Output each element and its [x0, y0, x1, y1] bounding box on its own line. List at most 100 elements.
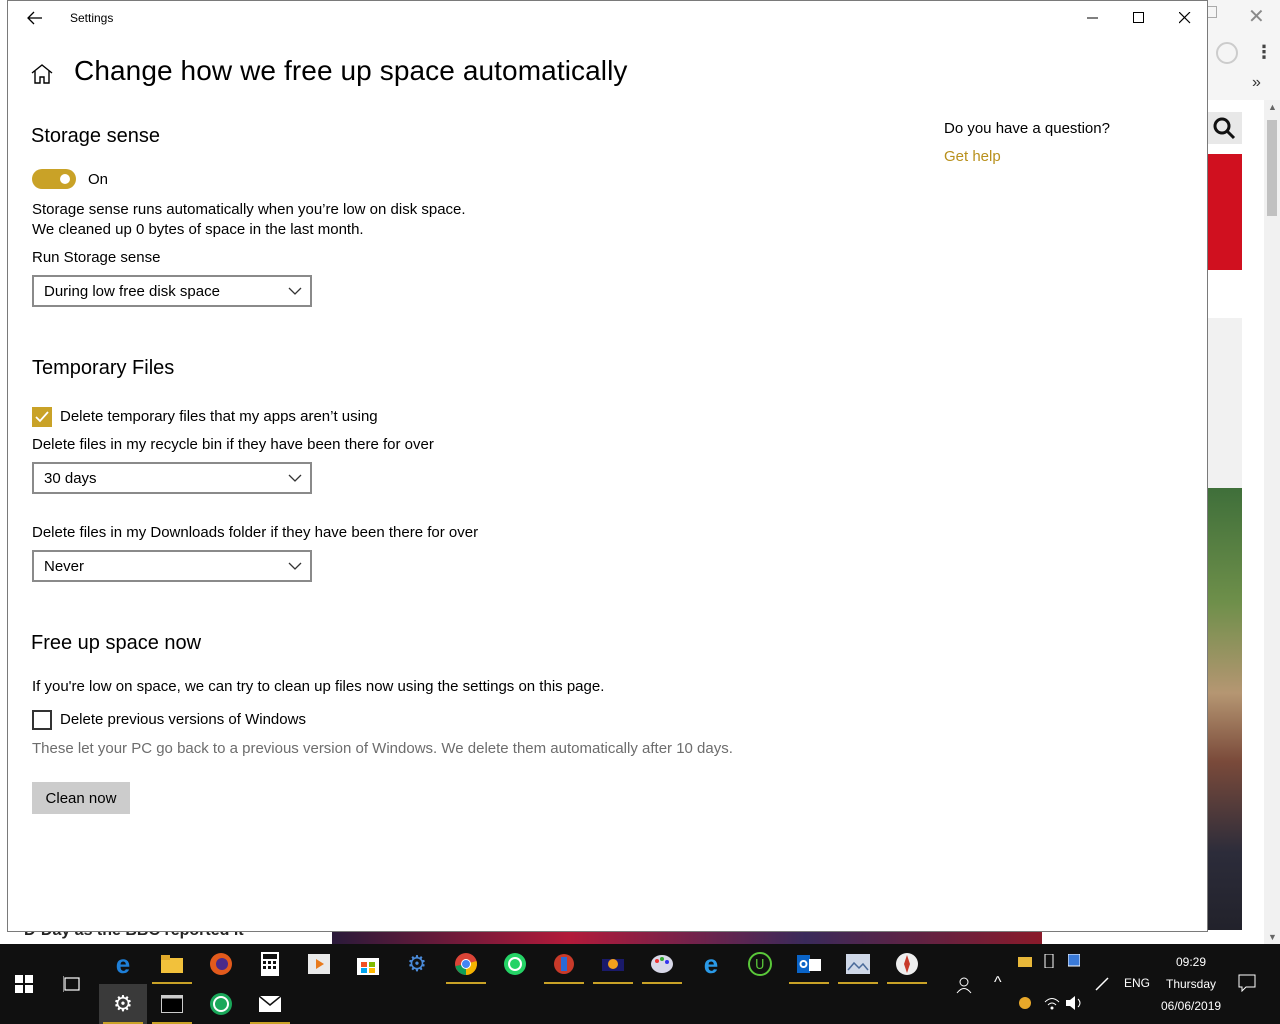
site-content-band — [1208, 318, 1242, 488]
bookmarks-overflow-icon[interactable]: » — [1252, 74, 1261, 92]
free-up-space-heading: Free up space now — [31, 632, 202, 654]
whatsapp-icon — [504, 953, 526, 975]
settings-tool-app[interactable]: ⚙ — [393, 944, 441, 984]
scrollbar-thumb[interactable] — [1267, 120, 1277, 216]
run-storage-sense-dropdown[interactable]: During low free disk space — [32, 275, 312, 307]
profile-icon[interactable] — [1216, 42, 1238, 64]
network-app-icon — [210, 993, 232, 1015]
background-article-strip: D-Day as the BBC reported it — [0, 930, 1264, 944]
compass-app[interactable] — [883, 944, 931, 984]
speaker-icon — [1066, 996, 1081, 1010]
app-flame-icon — [602, 959, 624, 971]
scroll-up-icon[interactable]: ▲ — [1268, 102, 1277, 112]
get-help-link[interactable]: Get help — [944, 148, 1001, 165]
green-app[interactable] — [197, 984, 245, 1024]
run-storage-sense-label: Run Storage sense — [32, 249, 161, 266]
mail-app[interactable] — [246, 984, 294, 1024]
app-badge-icon — [554, 954, 574, 974]
photos-app[interactable] — [834, 944, 882, 984]
close-button[interactable] — [1162, 1, 1208, 35]
minimize-button[interactable] — [1070, 1, 1116, 35]
delete-temp-files-label: Delete temporary files that my apps aren… — [60, 408, 378, 425]
edge-app[interactable]: e — [99, 944, 147, 984]
torrent-app[interactable]: U — [736, 944, 784, 984]
maximize-button[interactable] — [1116, 1, 1162, 35]
paint-app[interactable] — [638, 944, 686, 984]
people-icon[interactable] — [956, 976, 974, 997]
store-app[interactable] — [344, 944, 392, 984]
home-button[interactable] — [30, 63, 54, 90]
mail-notification-icon[interactable] — [1018, 956, 1032, 970]
command-prompt-app[interactable] — [148, 984, 196, 1024]
wifi-icon[interactable] — [1044, 996, 1060, 1013]
menu-kebab-icon[interactable]: ⋮ — [1255, 42, 1273, 63]
scroll-down-icon[interactable]: ▼ — [1268, 932, 1277, 942]
wifi-glyph-icon — [1044, 998, 1060, 1010]
mail-tray-icon — [1018, 957, 1032, 967]
storage-sense-description: Storage sense runs automatically when yo… — [32, 201, 466, 218]
temporary-files-heading: Temporary Files — [32, 357, 175, 379]
app-tool-2[interactable] — [589, 944, 637, 984]
task-view-icon — [63, 976, 80, 992]
language-indicator[interactable]: ENG — [1124, 976, 1150, 990]
outlook-app[interactable] — [785, 944, 833, 984]
whatsapp-app[interactable] — [491, 944, 539, 984]
storage-sense-toggle[interactable] — [32, 169, 76, 189]
show-hidden-icons[interactable]: ^ — [994, 974, 1002, 992]
delete-previous-windows-label: Delete previous versions of Windows — [60, 711, 306, 728]
utorrent-icon: U — [748, 952, 772, 976]
shield-icon — [1019, 997, 1031, 1009]
internet-explorer-app[interactable]: e — [687, 944, 735, 984]
page-title: Change how we free up space automaticall… — [74, 55, 628, 86]
ie-icon: e — [703, 948, 719, 979]
news-photo — [1208, 488, 1242, 944]
maximize-icon — [1133, 12, 1144, 23]
chevron-down-icon — [288, 474, 302, 482]
back-arrow-icon — [27, 11, 42, 25]
volume-icon[interactable] — [1066, 996, 1084, 1013]
chevron-down-icon — [288, 287, 302, 295]
settings-app[interactable]: ⚙ — [99, 984, 147, 1024]
task-view-button[interactable] — [48, 964, 96, 1004]
dropdown-value: Never — [44, 558, 85, 575]
site-header-band — [1208, 154, 1242, 270]
outlook-icon — [797, 955, 821, 973]
compass-icon — [896, 953, 918, 975]
monitor-tray-icon — [1067, 953, 1081, 967]
toggle-knob — [60, 174, 70, 184]
svg-text:U: U — [755, 958, 765, 973]
clean-now-button[interactable]: Clean now — [32, 782, 130, 814]
start-button[interactable] — [0, 964, 48, 1004]
browser-scrollbar[interactable]: ▲ ▼ — [1264, 100, 1280, 944]
browser-close-icon[interactable]: ✕ — [1248, 4, 1265, 29]
downloads-label: Delete files in my Downloads folder if t… — [32, 524, 479, 541]
folder-icon — [161, 955, 183, 973]
firefox-app[interactable] — [197, 944, 245, 984]
back-button[interactable] — [24, 7, 46, 29]
usb-icon[interactable] — [1044, 953, 1054, 971]
clock-date[interactable]: 06/06/2019 — [1161, 999, 1221, 1013]
gear-icon: ⚙ — [113, 991, 133, 1016]
security-tray-icon[interactable] — [1018, 996, 1032, 1013]
minimize-icon — [1087, 17, 1098, 19]
clock-day[interactable]: Thursday — [1166, 977, 1216, 991]
display-icon[interactable] — [1067, 953, 1081, 971]
dropdown-value: During low free disk space — [44, 283, 220, 300]
chrome-app[interactable] — [442, 944, 490, 984]
file-explorer-app[interactable] — [148, 944, 196, 984]
delete-previous-windows-checkbox[interactable] — [32, 710, 52, 730]
delete-temp-files-checkbox[interactable] — [32, 407, 52, 427]
gear-blue-icon: ⚙ — [407, 951, 427, 976]
site-search-button[interactable] — [1208, 112, 1242, 144]
clock-time[interactable]: 09:29 — [1176, 955, 1206, 969]
calculator-app[interactable] — [246, 944, 294, 984]
recycle-bin-dropdown[interactable]: 30 days — [32, 462, 312, 494]
media-player-app[interactable] — [295, 944, 343, 984]
downloads-dropdown[interactable]: Never — [32, 550, 312, 582]
envelope-icon — [259, 996, 281, 1012]
close-icon — [1179, 12, 1191, 24]
app-tool-1[interactable] — [540, 944, 588, 984]
action-center-button[interactable] — [1238, 974, 1256, 995]
checkmark-icon — [35, 411, 49, 423]
pen-workspace-icon[interactable] — [1094, 976, 1110, 995]
